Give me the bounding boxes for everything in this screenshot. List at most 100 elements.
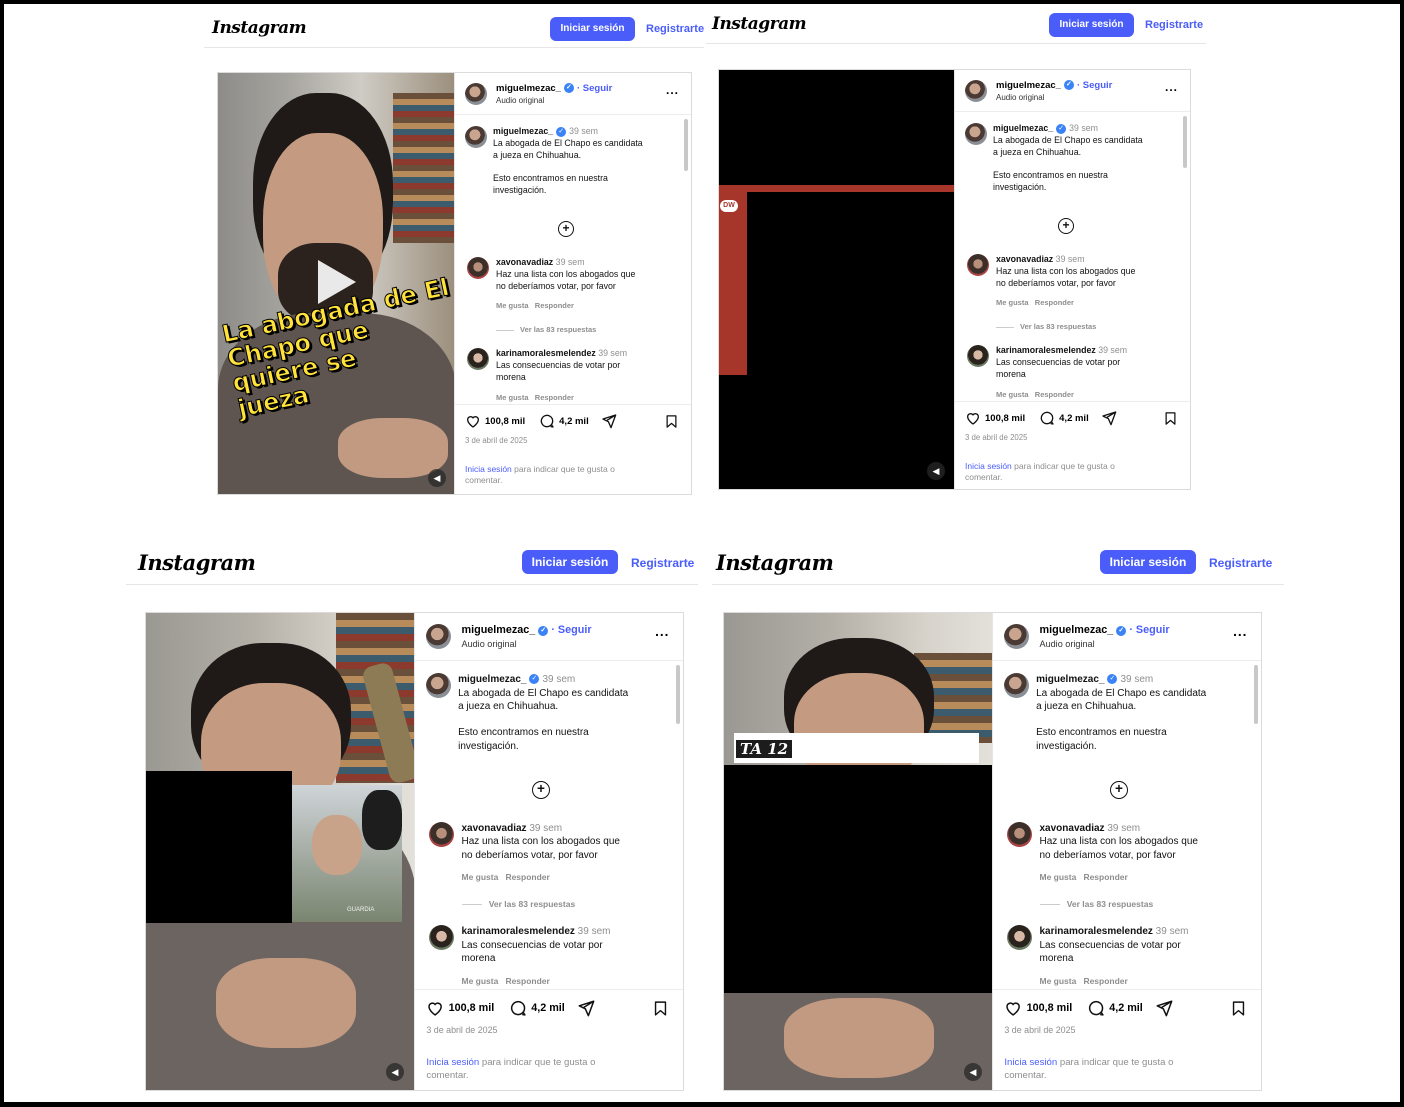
login-button[interactable]: Iniciar sesión bbox=[522, 550, 618, 574]
comments-section[interactable]: miguelmezac_ ✓ 39 sem La abogada de El Cha… bbox=[993, 663, 1261, 989]
login-button[interactable]: Iniciar sesión bbox=[550, 17, 635, 41]
add-circle-icon[interactable]: + bbox=[1109, 780, 1129, 800]
like-comment-button[interactable]: Me gusta bbox=[996, 390, 1029, 399]
comments-section[interactable]: miguelmezac_ ✓ 39 sem La abogada de El Cha… bbox=[955, 114, 1190, 401]
bookmark-icon[interactable] bbox=[1163, 411, 1178, 426]
share-icon[interactable] bbox=[1101, 410, 1117, 426]
avatar[interactable] bbox=[1006, 821, 1032, 847]
login-link[interactable]: Inicia sesión bbox=[965, 461, 1012, 471]
view-replies-label[interactable]: Ver las 83 respuestas bbox=[1020, 322, 1096, 331]
like-comment-button[interactable]: Me gusta bbox=[496, 301, 529, 310]
avatar[interactable] bbox=[428, 925, 454, 951]
comment-icon[interactable] bbox=[1087, 999, 1105, 1017]
more-options-icon[interactable]: ... bbox=[655, 624, 669, 639]
view-replies-label[interactable]: Ver las 83 respuestas bbox=[520, 325, 596, 334]
audio-label[interactable]: Audio original bbox=[1040, 639, 1095, 649]
bookmark-icon[interactable] bbox=[652, 1000, 669, 1017]
mute-icon[interactable]: ◀ bbox=[386, 1063, 404, 1081]
register-link[interactable]: Registrarte bbox=[1209, 556, 1272, 570]
register-link[interactable]: Registrarte bbox=[1145, 19, 1203, 31]
scrollbar[interactable] bbox=[1253, 665, 1258, 725]
comment-username[interactable]: karinamoralesmelendez bbox=[996, 345, 1096, 355]
view-replies-label[interactable]: Ver las 83 respuestas bbox=[489, 899, 575, 909]
view-replies[interactable]: Ver las 83 respuestas bbox=[496, 325, 596, 334]
avatar[interactable] bbox=[467, 257, 489, 279]
avatar[interactable] bbox=[1004, 673, 1030, 699]
view-replies[interactable]: Ver las 83 respuestas bbox=[1039, 899, 1153, 909]
view-replies[interactable]: Ver las 83 respuestas bbox=[461, 899, 575, 909]
comment-icon[interactable] bbox=[539, 413, 555, 429]
comment-username[interactable]: xavonavadiaz bbox=[496, 257, 553, 267]
caption-username[interactable]: miguelmezac_ bbox=[493, 126, 553, 136]
instagram-logo[interactable]: Instagram bbox=[138, 550, 256, 575]
share-icon[interactable] bbox=[601, 413, 617, 429]
caption-time[interactable]: 39 sem bbox=[542, 674, 575, 685]
avatar[interactable] bbox=[1004, 624, 1030, 650]
add-circle-icon[interactable]: + bbox=[531, 780, 551, 800]
caption-time[interactable]: 39 sem bbox=[569, 126, 598, 136]
heart-icon[interactable] bbox=[1004, 999, 1022, 1017]
instagram-logo[interactable]: Instagram bbox=[716, 550, 834, 575]
like-comment-button[interactable]: Me gusta bbox=[1040, 872, 1077, 882]
comment-username[interactable]: karinamoralesmelendez bbox=[462, 926, 575, 937]
comment-icon[interactable] bbox=[1039, 410, 1055, 426]
avatar[interactable] bbox=[965, 80, 987, 102]
reply-button[interactable]: Responder bbox=[535, 301, 574, 310]
share-icon[interactable] bbox=[577, 999, 595, 1017]
reply-button[interactable]: Responder bbox=[1083, 872, 1127, 882]
instagram-logo[interactable]: Instagram bbox=[212, 18, 307, 38]
audio-label[interactable]: Audio original bbox=[996, 93, 1044, 102]
bookmark-icon[interactable] bbox=[664, 414, 679, 429]
instagram-logo[interactable]: Instagram bbox=[712, 14, 807, 34]
login-link[interactable]: Inicia sesión bbox=[1004, 1057, 1057, 1068]
video-player[interactable]: GUARDIA ◀ bbox=[146, 613, 416, 1090]
add-circle-icon[interactable]: + bbox=[558, 221, 574, 237]
login-link[interactable]: Inicia sesión bbox=[426, 1057, 479, 1068]
avatar[interactable] bbox=[465, 126, 487, 148]
follow-button[interactable]: Seguir bbox=[583, 83, 613, 94]
comment-username[interactable]: karinamoralesmelendez bbox=[1040, 926, 1153, 937]
comments-section[interactable]: miguelmezac_ ✓ 39 sem La abogada de El Cha… bbox=[455, 117, 691, 404]
more-options-icon[interactable]: ... bbox=[1233, 624, 1247, 639]
author-username[interactable]: miguelmezac_ bbox=[462, 624, 536, 636]
video-player[interactable]: DW ◀ bbox=[719, 70, 956, 489]
mute-icon[interactable]: ◀ bbox=[428, 469, 446, 487]
avatar[interactable] bbox=[965, 123, 987, 145]
video-player[interactable]: TA 12 ◀ bbox=[724, 613, 994, 1090]
post-date[interactable]: 3 de abril de 2025 bbox=[965, 433, 1027, 442]
post-date[interactable]: 3 de abril de 2025 bbox=[426, 1025, 497, 1035]
comment-username[interactable]: xavonavadiaz bbox=[462, 823, 527, 834]
author-username[interactable]: miguelmezac_ bbox=[1040, 624, 1114, 636]
comment-icon[interactable] bbox=[509, 999, 527, 1017]
comment-username[interactable]: xavonavadiaz bbox=[1040, 823, 1105, 834]
follow-button[interactable]: Seguir bbox=[558, 624, 592, 636]
reply-button[interactable]: Responder bbox=[1083, 976, 1127, 986]
share-icon[interactable] bbox=[1155, 999, 1173, 1017]
follow-button[interactable]: Seguir bbox=[1083, 80, 1113, 91]
video-player[interactable]: La abogada de El Chapo que quiere se jue… bbox=[218, 73, 456, 494]
comment-username[interactable]: xavonavadiaz bbox=[996, 254, 1053, 264]
caption-username[interactable]: miguelmezac_ bbox=[458, 674, 526, 685]
like-comment-button[interactable]: Me gusta bbox=[462, 872, 499, 882]
like-comment-button[interactable]: Me gusta bbox=[1040, 976, 1077, 986]
post-date[interactable]: 3 de abril de 2025 bbox=[1004, 1025, 1075, 1035]
login-button[interactable]: Iniciar sesión bbox=[1100, 550, 1196, 574]
add-circle-icon[interactable]: + bbox=[1058, 218, 1074, 234]
reply-button[interactable]: Responder bbox=[535, 393, 574, 402]
view-replies[interactable]: Ver las 83 respuestas bbox=[996, 322, 1096, 331]
view-replies-label[interactable]: Ver las 83 respuestas bbox=[1067, 899, 1153, 909]
caption-time[interactable]: 39 sem bbox=[1069, 123, 1098, 133]
post-date[interactable]: 3 de abril de 2025 bbox=[465, 436, 527, 445]
caption-username[interactable]: miguelmezac_ bbox=[1036, 674, 1104, 685]
audio-label[interactable]: Audio original bbox=[496, 96, 544, 105]
scrollbar[interactable] bbox=[684, 119, 688, 171]
like-comment-button[interactable]: Me gusta bbox=[462, 976, 499, 986]
scrollbar[interactable] bbox=[1183, 116, 1187, 168]
reply-button[interactable]: Responder bbox=[1035, 390, 1074, 399]
avatar[interactable] bbox=[465, 83, 487, 105]
comments-section[interactable]: miguelmezac_ ✓ 39 sem La abogada de El Cha… bbox=[415, 663, 683, 989]
login-link[interactable]: Inicia sesión bbox=[465, 464, 512, 474]
heart-icon[interactable] bbox=[465, 413, 481, 429]
comment-username[interactable]: karinamoralesmelendez bbox=[496, 348, 596, 358]
avatar[interactable] bbox=[967, 254, 989, 276]
